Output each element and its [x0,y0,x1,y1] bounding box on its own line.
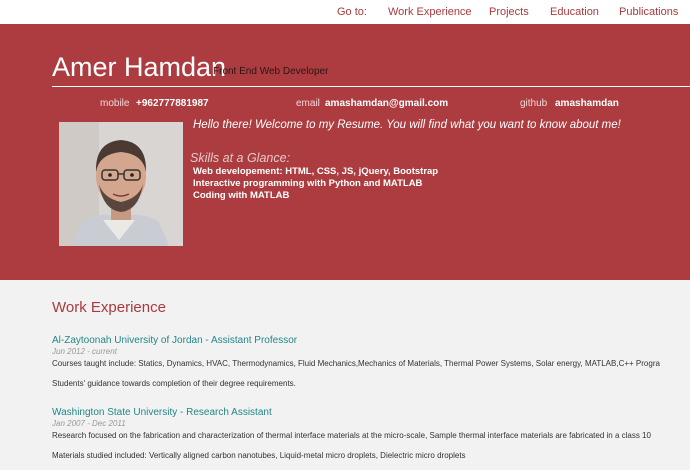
skills-heading: Skills at a Glance: [190,151,291,165]
profile-photo [59,122,183,246]
github-link[interactable]: amashamdan [555,98,619,109]
profile-header: Amer Hamdan Front End Web Developer mobi… [0,24,690,280]
job-description: Courses taught include: Statics, Dynamic… [52,359,660,368]
top-nav: Go to: Work Experience Projects Educatio… [0,0,690,24]
nav-publications[interactable]: Publications [619,6,678,18]
job-description: Materials studied included: Vertically a… [52,451,466,460]
github-label: github [520,98,548,109]
nav-projects[interactable]: Projects [489,6,529,18]
job-description: Students' guidance towards completion of… [52,379,296,388]
nav-education[interactable]: Education [550,6,599,18]
work-experience-heading: Work Experience [52,299,166,316]
job-title-link[interactable]: Washington State University - Research A… [52,407,272,418]
email-label: email [296,98,320,109]
mobile-label: mobile [100,98,130,109]
welcome-message: Hello there! Welcome to my Resume. You w… [193,119,621,131]
mobile-value: +962777881987 [136,98,209,109]
profile-name: Amer Hamdan [52,52,227,82]
skill-item: Web developement: HTML, CSS, JS, jQuery,… [193,166,439,177]
skill-item: Coding with MATLAB [193,190,290,201]
skill-item: Interactive programming with Python and … [193,178,423,189]
profile-role: Front End Web Developer [213,66,329,77]
nav-goto-label: Go to: [337,6,367,18]
header-divider [52,86,690,87]
job-title-link[interactable]: Al-Zaytoonah University of Jordan - Assi… [52,335,297,346]
job-date: Jan 2007 - Dec 2011 [52,419,126,428]
nav-work-experience[interactable]: Work Experience [388,6,472,18]
job-date: Jun 2012 - current [52,347,117,356]
job-description: Research focused on the fabrication and … [52,431,651,440]
email-link[interactable]: amashamdan@gmail.com [325,98,448,109]
